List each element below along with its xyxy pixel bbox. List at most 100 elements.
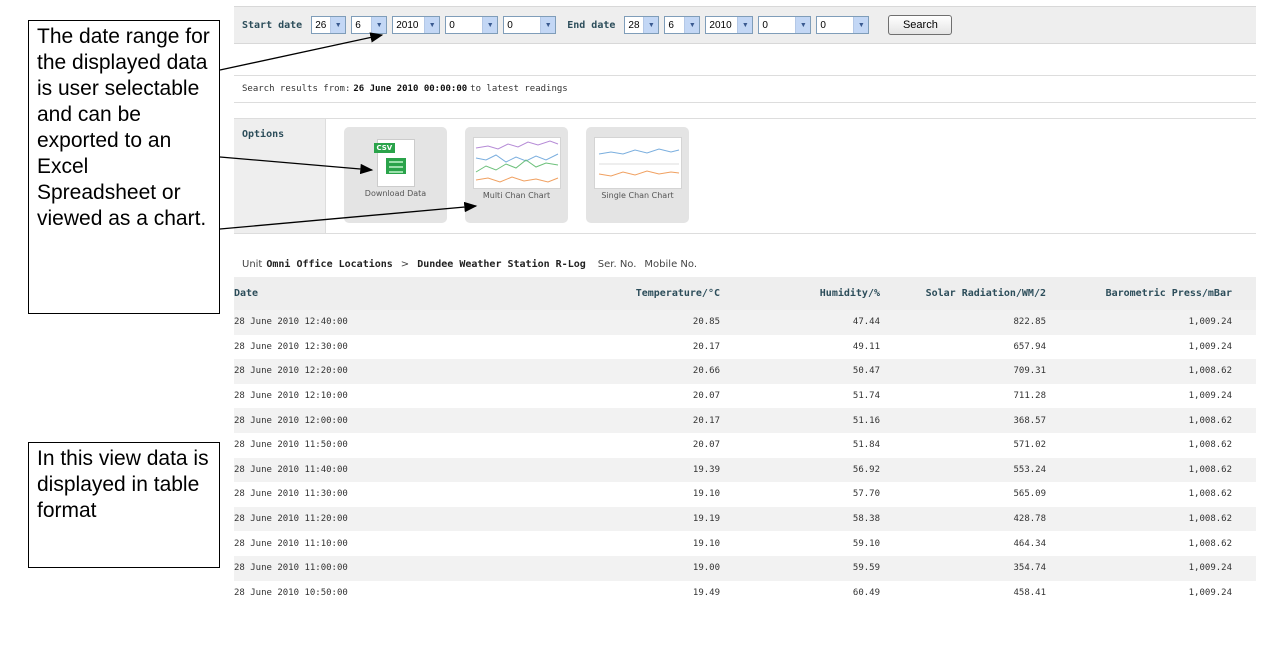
cell-date: 28 June 2010 11:40:00	[234, 464, 348, 475]
cell-barometric-pressure: 1,008.62	[1188, 415, 1232, 426]
single-chan-chart-button[interactable]: Single Chan Chart	[586, 127, 689, 223]
callout-table-view: In this view data is displayed in table …	[28, 442, 220, 568]
cell-humidity: 50.47	[852, 366, 880, 377]
table-row: 28 June 2010 11:40:00 19.39 56.92 553.24 1,0…	[234, 457, 1256, 483]
cell-barometric-pressure: 1,009.24	[1188, 341, 1232, 352]
cell-barometric-pressure: 1,008.62	[1188, 538, 1232, 549]
table-row: 28 June 2010 12:00:00 20.17 51.16 368.57 1,0…	[234, 408, 1256, 433]
table-row: 28 June 2010 12:10:00 20.07 51.74 711.28 1,0…	[234, 384, 1256, 409]
table-row: 28 June 2010 12:30:00 20.17 49.11 657.94 1,0…	[234, 335, 1256, 360]
cell-temperature: 20.17	[692, 341, 720, 352]
search-button[interactable]: Search	[888, 15, 953, 35]
end-year-select[interactable]: 2010 ▼	[705, 16, 754, 34]
header-date[interactable]: Date	[234, 288, 484, 299]
chevron-down-icon: ▼	[540, 17, 556, 33]
search-results-summary: Search results from: 26 June 2010 00:00:…	[234, 75, 1256, 103]
cell-barometric-pressure: 1,008.62	[1188, 366, 1232, 377]
end-hour-select[interactable]: 0 ▼	[758, 16, 812, 34]
cell-solar-radiation: 428.78	[1013, 514, 1046, 525]
cell-solar-radiation: 464.34	[1013, 538, 1046, 549]
cell-temperature: 19.10	[692, 538, 720, 549]
start-month-select[interactable]: 6 ▼	[351, 16, 388, 34]
download-data-label: Download Data	[364, 189, 427, 198]
cell-solar-radiation: 553.24	[1013, 464, 1046, 475]
csv-icon: CSV	[373, 139, 415, 187]
end-date-label: End date	[567, 19, 616, 31]
options-panel: Options CSV Download Data Multi Chan Cha…	[234, 118, 1256, 234]
cell-temperature: 20.17	[692, 415, 720, 426]
download-data-button[interactable]: CSV Download Data	[344, 127, 447, 223]
end-day-select[interactable]: 28 ▼	[624, 16, 660, 34]
unit-group[interactable]: Omni Office Locations	[266, 259, 392, 270]
cell-barometric-pressure: 1,008.62	[1188, 464, 1232, 475]
cell-temperature: 19.00	[692, 563, 720, 574]
cell-solar-radiation: 571.02	[1013, 440, 1046, 451]
cell-date: 28 June 2010 11:10:00	[234, 538, 348, 549]
cell-temperature: 19.39	[692, 464, 720, 475]
csv-tag: CSV	[373, 143, 396, 153]
chevron-down-icon: ▼	[482, 17, 498, 33]
cell-temperature: 20.66	[692, 366, 720, 377]
cell-date: 28 June 2010 12:30:00	[234, 341, 348, 352]
mobile-number-label: Mobile No.	[644, 258, 698, 270]
unit-breadcrumb: Unit Omni Office Locations > Dundee Weat…	[234, 252, 1256, 276]
cell-temperature: 19.10	[692, 489, 720, 500]
cell-barometric-pressure: 1,009.24	[1188, 391, 1232, 402]
cell-date: 28 June 2010 11:00:00	[234, 563, 348, 574]
results-suffix: to latest readings	[470, 84, 568, 94]
cell-humidity: 59.10	[852, 538, 880, 549]
chevron-down-icon: ▼	[853, 17, 869, 33]
chevron-down-icon: ▼	[371, 17, 387, 33]
cell-humidity: 57.70	[852, 489, 880, 500]
cell-barometric-pressure: 1,009.24	[1188, 317, 1232, 328]
cell-date: 28 June 2010 10:50:00	[234, 587, 348, 598]
cell-barometric-pressure: 1,008.62	[1188, 440, 1232, 451]
multi-chan-chart-label: Multi Chan Chart	[482, 191, 551, 200]
unit-station: Dundee Weather Station R-Log	[417, 258, 586, 270]
start-day-select[interactable]: 26 ▼	[311, 16, 347, 34]
table-row: 28 June 2010 11:50:00 20.07 51.84 571.02 1,0…	[234, 433, 1256, 458]
readings-table: Date Temperature/°C Humidity/% Solar Rad…	[234, 277, 1256, 605]
chevron-down-icon: ▼	[643, 17, 659, 33]
multi-chan-chart-button[interactable]: Multi Chan Chart	[465, 127, 568, 223]
chevron-down-icon: ▼	[795, 17, 811, 33]
end-month-select[interactable]: 6 ▼	[664, 16, 701, 34]
cell-barometric-pressure: 1,008.62	[1188, 514, 1232, 525]
cell-humidity: 49.11	[852, 341, 880, 352]
table-body: 28 June 2010 12:40:00 20.85 47.44 822.85 1,0…	[234, 310, 1256, 605]
breadcrumb-separator: >	[400, 258, 410, 270]
table-row: 28 June 2010 12:20:00 20.66 50.47 709.31 1,0…	[234, 359, 1256, 384]
cell-date: 28 June 2010 12:10:00	[234, 391, 348, 402]
end-minute-select[interactable]: 0 ▼	[816, 16, 870, 34]
table-row: 28 June 2010 12:40:00 20.85 47.44 822.85 1,0…	[234, 310, 1256, 335]
single-chan-chart-label: Single Chan Chart	[601, 191, 674, 200]
chevron-down-icon: ▼	[330, 17, 346, 33]
header-humidity[interactable]: Humidity/%	[720, 288, 880, 299]
chevron-down-icon: ▼	[684, 17, 700, 33]
cell-humidity: 47.44	[852, 317, 880, 328]
start-year-select[interactable]: 2010 ▼	[392, 16, 441, 34]
start-minute-select[interactable]: 0 ▼	[503, 16, 557, 34]
cell-barometric-pressure: 1,009.24	[1188, 587, 1232, 598]
cell-temperature: 20.07	[692, 440, 720, 451]
table-row: 28 June 2010 11:10:00 19.10 59.10 464.34 1,0…	[234, 531, 1256, 556]
cell-solar-radiation: 458.41	[1013, 587, 1046, 598]
cell-solar-radiation: 354.74	[1013, 563, 1046, 574]
cell-solar-radiation: 368.57	[1013, 415, 1046, 426]
serial-number-label: Ser. No.	[597, 258, 637, 270]
cell-humidity: 59.59	[852, 563, 880, 574]
table-row: 28 June 2010 10:50:00 19.49 60.49 458.41 1,0…	[234, 581, 1256, 606]
unit-prefix: Unit	[242, 258, 263, 270]
header-solar-radiation[interactable]: Solar Radiation/WM/2	[880, 288, 1046, 299]
cell-date: 28 June 2010 12:00:00	[234, 415, 348, 426]
cell-date: 28 June 2010 12:20:00	[234, 366, 348, 377]
cell-temperature: 19.19	[692, 514, 720, 525]
results-from-date: 26 June 2010 00:00:00	[353, 84, 468, 94]
header-temperature[interactable]: Temperature/°C	[484, 288, 720, 299]
date-range-bar: Start date 26 ▼ 6 ▼ 2010 ▼ 0 ▼ 0 ▼ End date 2…	[234, 6, 1256, 44]
cell-temperature: 19.49	[692, 587, 720, 598]
start-hour-select[interactable]: 0 ▼	[445, 16, 499, 34]
cell-temperature: 20.07	[692, 391, 720, 402]
header-barometric-pressure[interactable]: Barometric Press/mBar	[1046, 288, 1232, 299]
options-label: Options	[234, 119, 326, 233]
